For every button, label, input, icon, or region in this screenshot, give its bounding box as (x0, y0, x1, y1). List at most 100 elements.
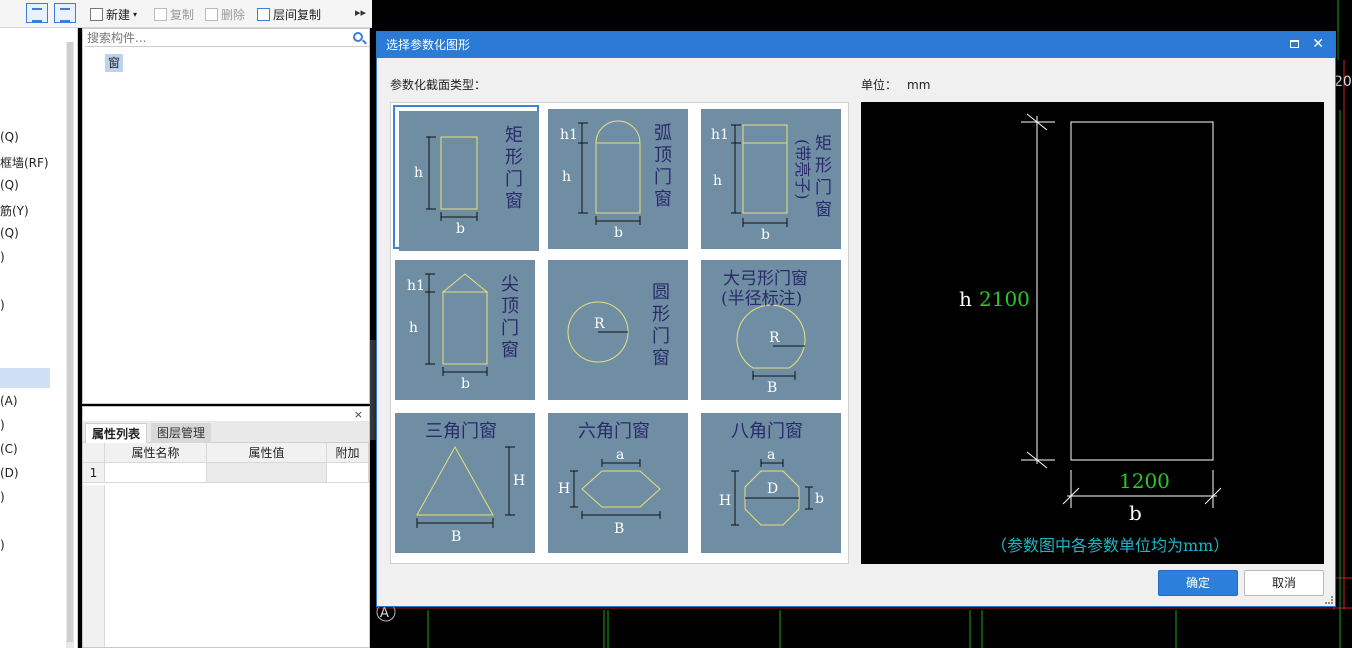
shape-title: 门 (815, 178, 832, 198)
nav-item-selected[interactable] (0, 368, 50, 388)
cancel-button[interactable]: 取消 (1244, 570, 1324, 596)
row-index: 1 (83, 463, 105, 482)
dialog-title: 选择参数化图形 (386, 38, 471, 52)
shape-title: 形 (505, 147, 523, 168)
delete-button[interactable]: 删除 (205, 5, 245, 23)
tree-node-window[interactable]: 窗 (105, 54, 124, 72)
nav-item[interactable]: (Q) (0, 130, 19, 144)
nav-item[interactable]: (Q) (0, 178, 19, 192)
shape-title: 窗 (505, 191, 523, 212)
dim-label: h1 (711, 127, 729, 143)
nav-item[interactable]: (A) (0, 394, 18, 408)
shape-title: 八角门窗 (731, 421, 803, 442)
shape-octagon-window[interactable]: a H D b 八角门窗 (697, 409, 843, 553)
col-value-header: 属性值 (207, 443, 327, 462)
table-view-button[interactable] (54, 3, 76, 23)
toolbar: 新建 ▾ 复制 删除 层间复制 ▸▸ (0, 0, 372, 28)
nav-item[interactable]: ) (0, 490, 5, 504)
dim-label: b (614, 225, 623, 241)
search-input[interactable]: 搜索构件... (85, 29, 369, 47)
close-icon[interactable]: ✕ (1312, 35, 1324, 53)
col-name-header: 属性名称 (105, 443, 207, 462)
shape-circle-window[interactable]: R 圆 形 门 窗 (544, 256, 690, 400)
nav-item[interactable]: ) (0, 418, 5, 432)
confirm-button[interactable]: 确定 (1158, 570, 1238, 596)
maximize-icon[interactable] (1290, 40, 1299, 48)
shape-title: 矩 (505, 125, 523, 146)
dim-label: B (767, 380, 777, 396)
shape-title: 门 (654, 167, 672, 188)
shape-title: 弧 (654, 123, 672, 144)
dim-label: h1 (407, 278, 425, 294)
row-extra-cell[interactable] (327, 463, 369, 482)
copy-button[interactable]: 复制 (154, 5, 194, 23)
nav-item[interactable]: (C) (0, 442, 18, 456)
shape-rect-window[interactable]: h b 矩 形 门 窗 (393, 105, 539, 251)
shape-side-note: (带亮子) (793, 139, 812, 200)
dim-label: a (616, 447, 624, 463)
nav-item[interactable]: 框墙(RF) (0, 154, 49, 171)
new-label: 新建 (106, 7, 131, 22)
dim-label: R (769, 330, 780, 346)
floor-copy-label: 层间复制 (273, 7, 322, 22)
shape-title: (半径标注) (721, 289, 802, 309)
floor-copy-icon (257, 7, 270, 21)
shape-hexagon-window[interactable]: a H B 六角门窗 (544, 409, 690, 553)
shape-large-arch-window[interactable]: R B 大弓形门窗 (半径标注) (697, 256, 843, 400)
shape-title: 顶 (654, 145, 672, 166)
dim-label: b (461, 376, 470, 392)
dim-label: H (719, 493, 731, 509)
nav-item[interactable]: ) (0, 538, 5, 552)
unit-value: mm (907, 78, 931, 92)
shape-preview: h 2100 1200 b （参数图中各参数单位均为mm） (861, 102, 1324, 564)
component-type-nav: (Q) 框墙(RF) (Q) 筋(Y) (Q) ) ) (A) ) (C) (D… (0, 28, 78, 648)
app-window: A 20 2 新建 ▾ 复制 删除 层间复制 ▸▸ (Q) 框墙(RF) (Q (0, 0, 1352, 648)
copy-icon (154, 7, 167, 21)
shape-title: 六角门窗 (578, 421, 650, 442)
shape-triangle-window[interactable]: H B 三角门窗 (391, 409, 537, 553)
tab-attributes[interactable]: 属性列表 (85, 423, 148, 443)
property-panel: × 属性列表 图层管理 属性名称 属性值 附加 1 (82, 406, 370, 648)
nav-scrollbar[interactable] (66, 42, 74, 648)
shape-title: 门 (501, 318, 519, 339)
property-tabs: 属性列表 图层管理 (83, 421, 369, 443)
search-icon[interactable] (353, 32, 363, 42)
parametric-shape-dialog: 选择参数化图形 ✕ 参数化截面类型： 单位： mm h b 矩 形 门 窗 h1… (376, 31, 1336, 607)
copy-label: 复制 (170, 7, 195, 22)
nav-item[interactable]: 筋(Y) (0, 202, 29, 219)
col-extra-header: 附加 (327, 443, 369, 462)
dim-label: b (761, 227, 770, 243)
dim-label: b (456, 221, 465, 237)
shape-title: 三角门窗 (425, 421, 497, 442)
shape-title: 窗 (654, 189, 672, 210)
nav-item[interactable]: (Q) (0, 226, 19, 240)
shape-rect-transom-window[interactable]: h1 h b 矩 形 门 窗 (带亮子) (697, 105, 843, 249)
shape-pointed-top-window[interactable]: h1 h b 尖 顶 门 窗 (391, 256, 537, 400)
chevron-down-icon: ▾ (133, 9, 138, 19)
new-file-icon (90, 7, 103, 21)
shape-title: 形 (652, 304, 670, 325)
nav-item[interactable]: (D) (0, 466, 19, 480)
dim-label: a (767, 447, 775, 463)
dim-label: b (815, 491, 824, 507)
nav-item[interactable]: ) (0, 250, 5, 264)
resize-grip-icon[interactable] (1325, 596, 1333, 604)
shape-title: 形 (815, 156, 832, 176)
unit-label: 单位： mm (861, 76, 930, 93)
property-table: 属性名称 属性值 附加 1 (83, 443, 369, 483)
tab-layers[interactable]: 图层管理 (151, 423, 212, 443)
close-icon[interactable]: × (354, 408, 363, 421)
dialog-title-bar: 选择参数化图形 (377, 32, 1335, 58)
floor-copy-button[interactable]: 层间复制 (257, 5, 321, 23)
toolbar-overflow-icon[interactable]: ▸▸ (355, 6, 366, 19)
shape-arc-top-window[interactable]: h1 h b 弧 顶 门 窗 (544, 105, 690, 249)
shape-title: 窗 (652, 348, 670, 369)
row-value-cell[interactable] (207, 463, 327, 482)
row-name-cell[interactable] (105, 463, 207, 482)
new-button[interactable]: 新建 ▾ (90, 5, 137, 23)
dim-label: B (451, 529, 461, 545)
shape-title: 窗 (815, 200, 832, 220)
nav-item[interactable]: ) (0, 298, 5, 312)
list-view-button[interactable] (26, 3, 48, 23)
table-row[interactable]: 1 (83, 463, 369, 483)
